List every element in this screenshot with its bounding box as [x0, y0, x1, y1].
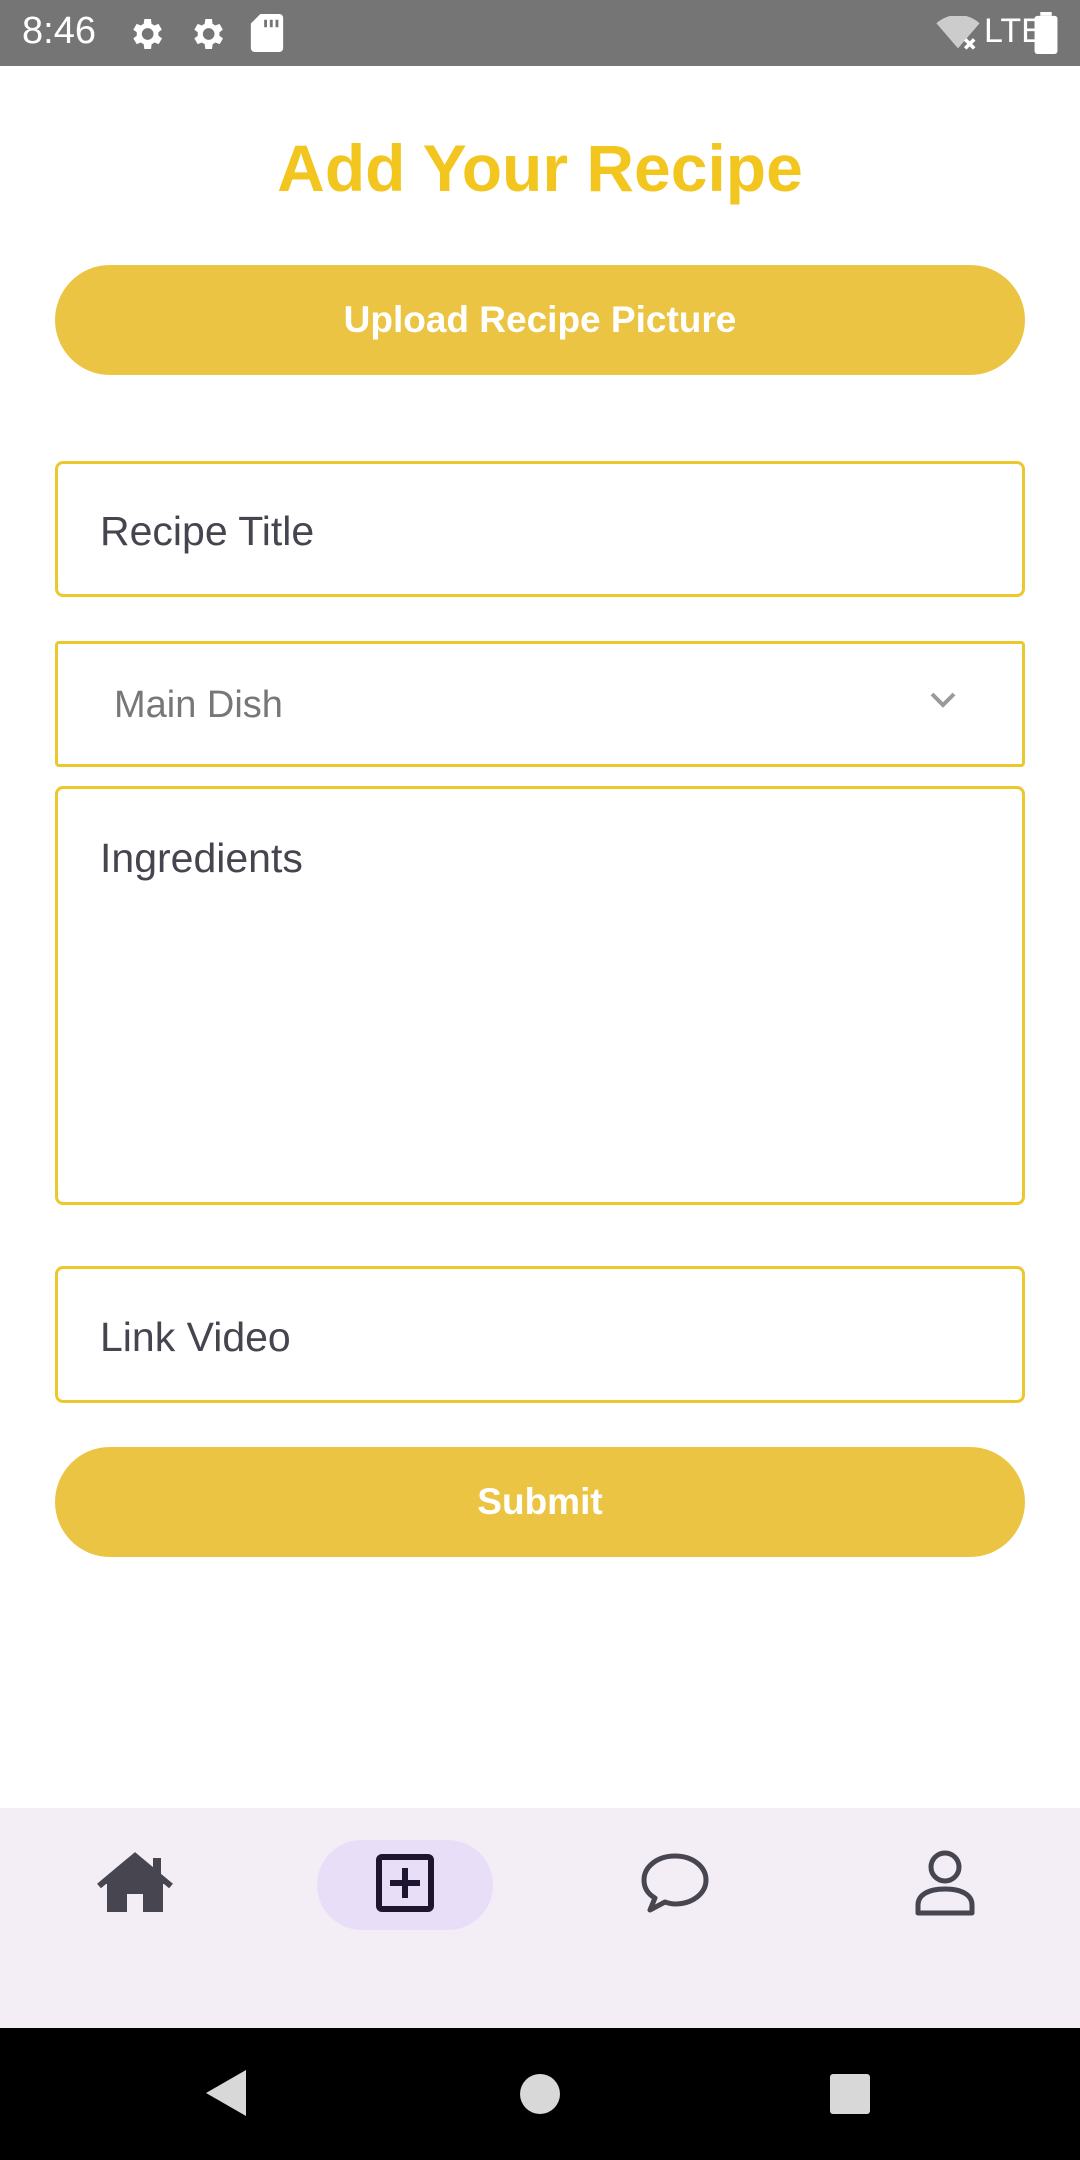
page-title: Add Your Recipe	[277, 131, 803, 205]
person-icon	[914, 1849, 976, 1922]
nav-home[interactable]	[47, 1840, 223, 1930]
add-box-icon	[375, 1853, 435, 1918]
recipe-title-input[interactable]: Recipe Title	[55, 461, 1025, 597]
nav-chat[interactable]	[587, 1840, 763, 1930]
submit-button[interactable]: Submit	[55, 1447, 1025, 1557]
system-navigation-bar	[0, 2028, 1080, 2160]
chevron-down-icon	[928, 690, 958, 715]
status-bar: 8:46 LTE	[0, 0, 1080, 66]
recipe-title-placeholder: Recipe Title	[100, 508, 315, 554]
ingredients-textarea[interactable]: Ingredients	[55, 786, 1025, 1205]
category-selected-value: Main Dish	[114, 684, 283, 726]
ingredients-placeholder: Ingredients	[100, 835, 303, 881]
recents-icon[interactable]	[828, 2072, 872, 2121]
video-link-placeholder: Link Video	[100, 1314, 291, 1360]
battery-icon	[1034, 12, 1058, 59]
settings-icon	[187, 14, 227, 59]
status-time: 8:46	[22, 10, 96, 52]
video-link-input[interactable]: Link Video	[55, 1266, 1025, 1403]
nav-add-recipe[interactable]	[317, 1840, 493, 1930]
wifi-off-icon	[936, 14, 980, 57]
upload-picture-button[interactable]: Upload Recipe Picture	[55, 265, 1025, 375]
settings-icon	[126, 14, 166, 59]
bottom-navigation	[0, 1808, 1080, 2028]
sd-card-icon	[250, 14, 284, 57]
home-icon	[95, 1850, 175, 1921]
category-dropdown[interactable]: Main Dish	[55, 641, 1025, 767]
back-icon[interactable]	[204, 2068, 248, 2123]
home-circle-icon[interactable]	[518, 2072, 562, 2121]
chat-icon	[640, 1852, 710, 1919]
nav-profile[interactable]	[857, 1840, 1033, 1930]
